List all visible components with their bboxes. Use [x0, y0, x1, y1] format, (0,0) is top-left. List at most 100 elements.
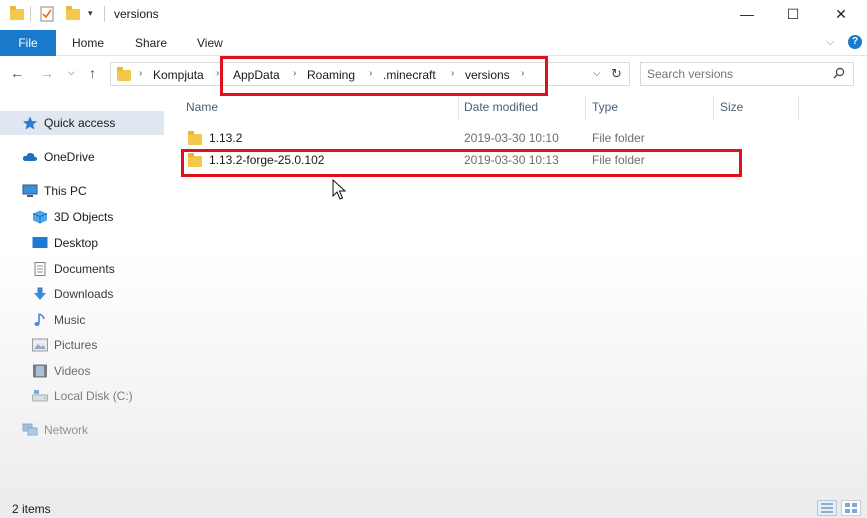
breadcrumb-separator-icon: › [139, 68, 143, 79]
tab-view[interactable]: View [197, 30, 223, 56]
up-arrow-icon[interactable]: ↑ [89, 65, 96, 81]
file-date: 2019-03-30 10:10 [464, 131, 559, 145]
sidebar-item-label: Network [44, 423, 89, 437]
search-icon[interactable] [833, 67, 845, 79]
sidebar-item-documents[interactable]: Documents [0, 257, 164, 281]
film-icon [32, 364, 48, 378]
sidebar-item-music[interactable]: Music [0, 308, 164, 332]
sidebar-item-videos[interactable]: Videos [0, 359, 164, 383]
desktop-icon [32, 236, 48, 250]
back-arrow-icon[interactable]: ← [10, 65, 24, 81]
sidebar-item-onedrive[interactable]: OneDrive [0, 145, 164, 169]
column-divider[interactable] [585, 96, 586, 120]
sidebar-item-label: Documents [54, 262, 115, 276]
column-header-size[interactable]: Size [720, 100, 743, 114]
search-input[interactable] [647, 66, 827, 82]
new-folder-icon[interactable] [66, 6, 80, 20]
sidebar-item-label: Quick access [44, 116, 116, 130]
breadcrumb-minecraft[interactable]: .minecraft [383, 68, 436, 82]
tab-home[interactable]: Home [72, 30, 104, 56]
sidebar-item-label: OneDrive [44, 150, 95, 164]
folder-icon [188, 131, 202, 145]
minimize-button[interactable]: — [724, 0, 770, 28]
breadcrumb-separator-icon: › [293, 68, 297, 79]
breadcrumb-separator-icon: › [369, 68, 373, 79]
breadcrumb-separator-icon: › [451, 68, 455, 79]
help-icon[interactable]: ? [848, 35, 862, 49]
picture-icon [32, 338, 48, 352]
file-type: File folder [592, 131, 645, 145]
sidebar-item-label: Videos [54, 364, 91, 378]
file-list: Name Date modified Type Size 1.13.2 2019… [180, 92, 867, 492]
column-header-date-modified[interactable]: Date modified [464, 100, 538, 114]
ribbon-tabs: File Home Share View ⌵ ? [0, 30, 867, 56]
computer-icon [22, 184, 38, 198]
sidebar-item-downloads[interactable]: Downloads [0, 282, 164, 306]
forward-arrow-icon[interactable]: → [40, 65, 54, 81]
sidebar-item-label: Desktop [54, 236, 99, 250]
sidebar-item-label: 3D Objects [54, 210, 114, 224]
download-arrow-icon [32, 287, 48, 301]
folder-icon [10, 6, 24, 20]
sidebar-item-3d-objects[interactable]: 3D Objects [0, 205, 164, 229]
recent-locations-icon[interactable]: ⌵ [68, 67, 75, 78]
folder-icon [117, 67, 131, 81]
file-name: 1.13.2 [209, 131, 243, 145]
sidebar-item-this-pc[interactable]: This PC [0, 179, 164, 203]
status-bar: 2 items [0, 498, 867, 518]
network-icon [22, 423, 38, 437]
star-icon [22, 116, 38, 130]
sidebar-item-network[interactable]: Network [0, 418, 164, 442]
navigation-pane: Quick access OneDrive This PC 3D Objects… [0, 92, 170, 492]
breadcrumb-versions[interactable]: versions [465, 68, 510, 82]
close-button[interactable]: ✕ [818, 0, 864, 28]
title-bar: ▾ versions — ☐ ✕ [0, 0, 867, 30]
properties-icon[interactable] [40, 6, 54, 25]
refresh-icon[interactable]: ↻ [611, 66, 622, 82]
divider [30, 6, 31, 22]
breadcrumb-separator-icon: › [216, 68, 220, 79]
chevron-down-icon[interactable]: ⌵ [826, 36, 834, 49]
folder-icon [188, 153, 202, 167]
sidebar-item-label: Local Disk (C:) [54, 389, 133, 403]
hard-drive-icon [32, 389, 48, 403]
sidebar-item-local-disk[interactable]: Local Disk (C:) [0, 384, 164, 408]
cloud-icon [22, 150, 38, 164]
breadcrumb-roaming[interactable]: Roaming [307, 68, 355, 82]
sidebar-item-quick-access[interactable]: Quick access [0, 111, 164, 135]
document-icon [32, 262, 48, 276]
customize-toolbar-icon[interactable]: ▾ [88, 8, 93, 19]
breadcrumb-kompjuta[interactable]: Kompjuta [153, 68, 204, 82]
sidebar-item-label: Pictures [54, 338, 98, 352]
mouse-cursor-icon [332, 179, 346, 200]
address-bar[interactable]: › Kompjuta › AppData › Roaming › .minecr… [110, 62, 630, 86]
breadcrumb-separator-icon: › [521, 68, 525, 79]
search-box[interactable] [640, 62, 854, 86]
breadcrumb-appdata[interactable]: AppData [233, 68, 280, 82]
tab-file[interactable]: File [0, 30, 56, 56]
tab-share[interactable]: Share [135, 30, 167, 56]
address-row: ← → ⌵ ↑ › Kompjuta › AppData › Roaming ›… [0, 56, 867, 92]
column-divider[interactable] [798, 96, 799, 120]
file-date: 2019-03-30 10:13 [464, 153, 559, 167]
sidebar-item-label: Downloads [54, 287, 114, 301]
details-view-icon[interactable] [817, 500, 837, 516]
large-icons-view-icon[interactable] [841, 500, 861, 516]
column-divider[interactable] [713, 96, 714, 120]
column-header-name[interactable]: Name [186, 100, 218, 114]
window-title: versions [114, 7, 159, 21]
divider [104, 6, 105, 22]
item-count: 2 items [12, 502, 51, 516]
maximize-button[interactable]: ☐ [770, 0, 816, 28]
file-type: File folder [592, 153, 645, 167]
column-header-type[interactable]: Type [592, 100, 618, 114]
file-name: 1.13.2-forge-25.0.102 [209, 153, 325, 167]
sidebar-item-desktop[interactable]: Desktop [0, 231, 164, 255]
sidebar-item-label: This PC [44, 184, 87, 198]
sidebar-item-pictures[interactable]: Pictures [0, 333, 164, 357]
column-divider[interactable] [458, 96, 459, 120]
chevron-down-icon[interactable]: ⌵ [593, 68, 601, 79]
table-row[interactable]: 1.13.2 2019-03-30 10:10 File folder [180, 127, 740, 149]
table-row[interactable]: 1.13.2-forge-25.0.102 2019-03-30 10:13 F… [180, 149, 740, 171]
music-note-icon [32, 313, 48, 327]
